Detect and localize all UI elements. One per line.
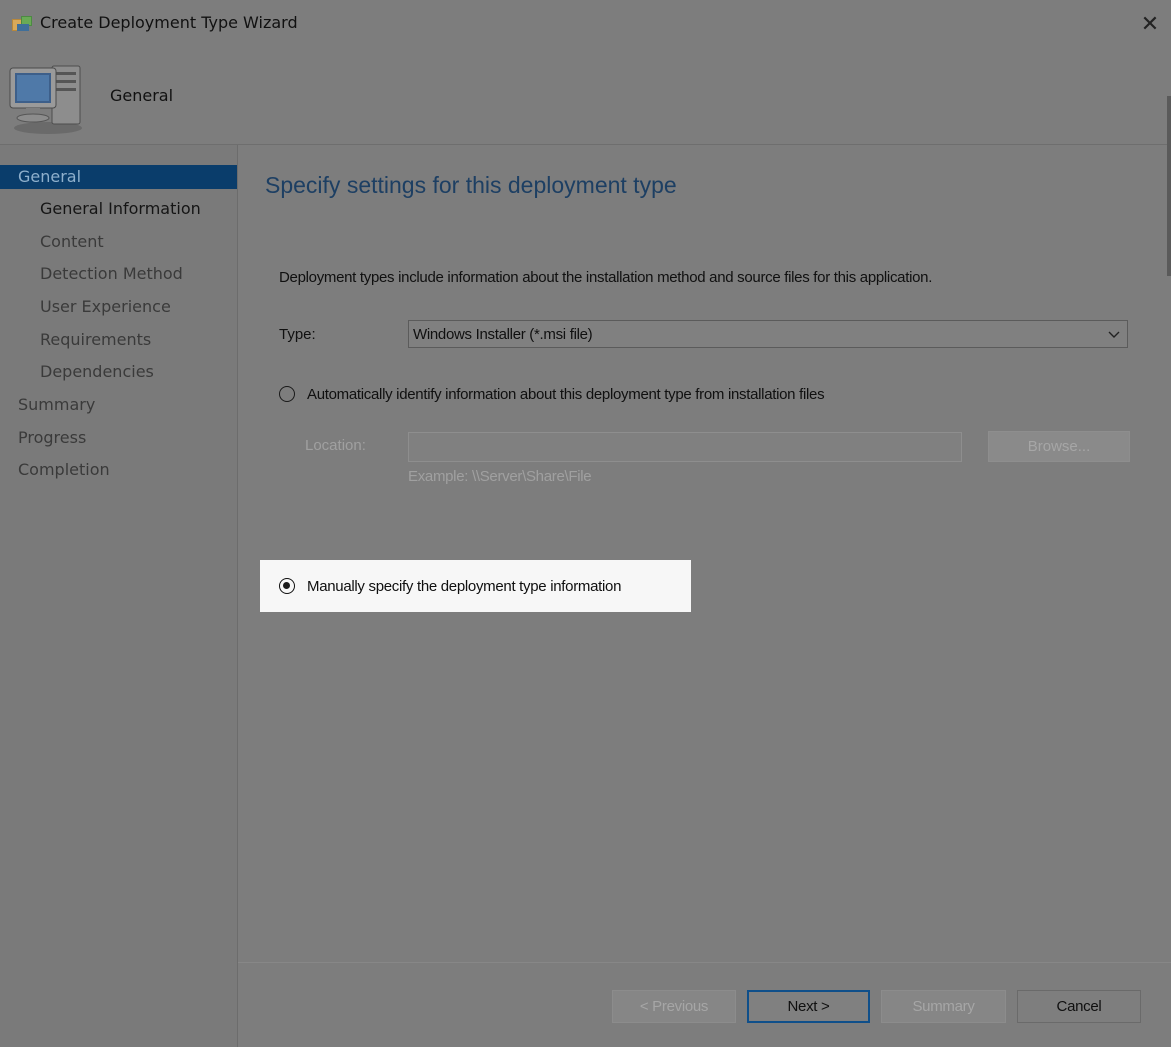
description-text: Deployment types include information abo… xyxy=(279,269,933,286)
wizard-app-icon xyxy=(12,16,32,31)
type-dropdown[interactable]: Windows Installer (*.msi file) xyxy=(408,320,1128,348)
title-bar: Create Deployment Type Wizard ✕ xyxy=(0,0,1171,48)
auto-identify-label[interactable]: Automatically identify information about… xyxy=(307,386,825,403)
manual-specify-option[interactable]: Manually specify the deployment type inf… xyxy=(279,575,679,599)
wizard-sidebar: General General Information Content Dete… xyxy=(0,145,238,1047)
wizard-content: Specify settings for this deployment typ… xyxy=(238,145,1171,1047)
chevron-down-icon[interactable] xyxy=(1107,327,1121,341)
close-button[interactable]: ✕ xyxy=(1129,6,1171,42)
location-label: Location: xyxy=(305,437,366,454)
wizard-header: General xyxy=(0,48,1171,276)
window-title: Create Deployment Type Wizard xyxy=(40,13,298,32)
auto-identify-radio[interactable] xyxy=(279,386,295,402)
sidebar-item-user-experience[interactable]: User Experience xyxy=(0,295,171,319)
type-label: Type: xyxy=(279,326,316,343)
sidebar-item-requirements[interactable]: Requirements xyxy=(0,328,151,352)
close-icon[interactable]: ✕ xyxy=(1141,11,1159,36)
sidebar-item-general[interactable]: General xyxy=(0,165,237,189)
previous-button[interactable]: < Previous xyxy=(612,990,736,1023)
page-title: Specify settings for this deployment typ… xyxy=(265,172,677,198)
sidebar-item-detection-method[interactable]: Detection Method xyxy=(0,262,183,286)
next-button[interactable]: Next > xyxy=(747,990,870,1023)
summary-button[interactable]: Summary xyxy=(881,990,1006,1023)
location-example: Example: \\Server\Share\File xyxy=(408,468,592,485)
header-title: General xyxy=(110,86,174,105)
sidebar-item-summary[interactable]: Summary xyxy=(0,393,95,417)
auto-identify-option[interactable]: Automatically identify information about… xyxy=(279,383,979,407)
cancel-button[interactable]: Cancel xyxy=(1017,990,1141,1023)
manual-specify-radio[interactable] xyxy=(279,578,295,594)
sidebar-item-dependencies[interactable]: Dependencies xyxy=(0,360,154,384)
browse-button[interactable]: Browse... xyxy=(988,431,1130,462)
sidebar-item-completion[interactable]: Completion xyxy=(0,458,110,482)
sidebar-item-general-information[interactable]: General Information xyxy=(0,197,201,221)
type-selected-value[interactable]: Windows Installer (*.msi file) xyxy=(413,326,593,343)
sidebar-item-progress[interactable]: Progress xyxy=(0,426,86,450)
footer-divider xyxy=(238,962,1171,963)
sidebar-item-content[interactable]: Content xyxy=(0,230,104,254)
radio-selected-dot xyxy=(283,582,290,589)
location-input[interactable] xyxy=(408,432,962,462)
manual-specify-label[interactable]: Manually specify the deployment type inf… xyxy=(307,578,621,595)
computer-icon xyxy=(9,65,82,134)
